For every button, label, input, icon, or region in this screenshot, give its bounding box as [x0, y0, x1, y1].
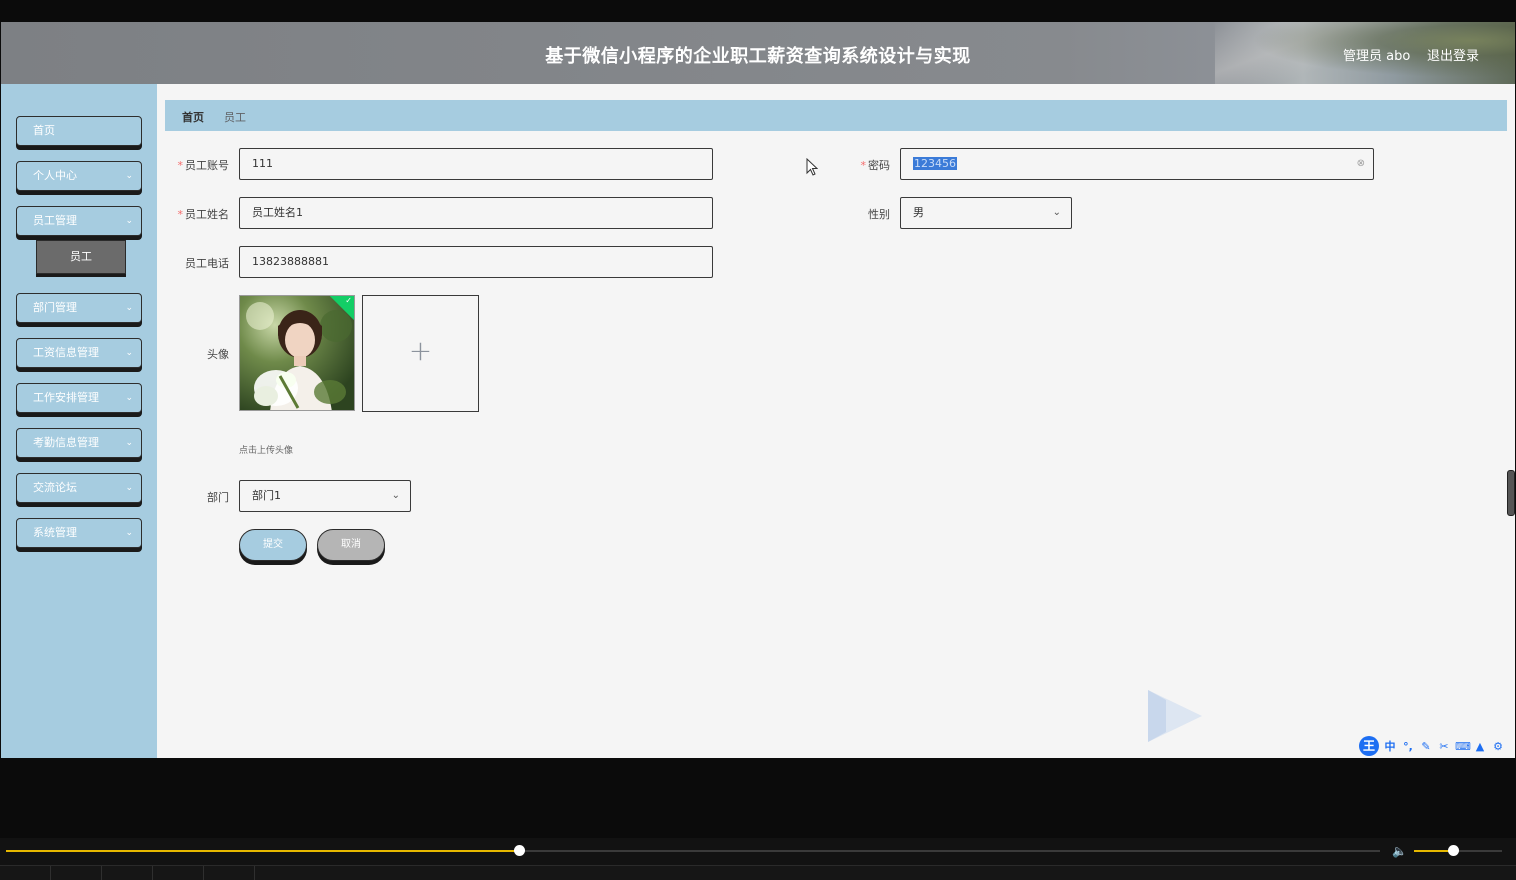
chevron-down-icon: ⌄ [391, 490, 400, 501]
volume-knob[interactable] [1447, 845, 1459, 856]
department-label: 部门 [207, 491, 229, 504]
avatar-label: 头像 [207, 348, 229, 361]
account-input[interactable]: 111 [239, 148, 713, 180]
breadcrumb-current: 员工 [224, 111, 246, 124]
chevron-down-icon: ⌄ [125, 303, 133, 313]
sidebar: 首页 个人中心 ⌄ 员工管理 ⌄ 员工 部门管理 ⌄ 工资信息管理 ⌄ 工作安排… [1, 84, 157, 758]
chevron-down-icon: ⌄ [125, 171, 133, 181]
department-select[interactable]: 部门1 ⌄ [239, 480, 411, 512]
punctuation-icon[interactable]: °, [1401, 740, 1415, 753]
chevron-down-icon: ⌄ [125, 528, 133, 538]
watermark-logo-icon [1148, 690, 1202, 742]
progress-knob[interactable] [513, 845, 525, 856]
clear-icon[interactable]: ⊗ [1357, 149, 1365, 179]
phone-input[interactable]: 13823888881 [239, 246, 713, 278]
submenu-item-employee[interactable]: 员工 [36, 240, 126, 274]
pen-icon[interactable]: ✎ [1419, 740, 1433, 753]
toolbar-slot[interactable] [51, 866, 102, 880]
breadcrumb: 首页 员工 [165, 100, 1507, 131]
sidebar-item-label: 个人中心 [33, 169, 77, 182]
settings-gear-icon[interactable]: ⚙ [1491, 740, 1505, 753]
toolbar-slot[interactable] [204, 866, 255, 880]
sidebar-item-label: 工作安排管理 [33, 391, 99, 404]
chevron-down-icon: ⌄ [125, 216, 133, 226]
sidebar-item-label: 工资信息管理 [33, 346, 99, 359]
volume-track[interactable] [1414, 845, 1502, 856]
sidebar-item-label: 部门管理 [33, 301, 77, 314]
chevron-down-icon: ⌄ [1052, 207, 1061, 218]
sidebar-item-department-management[interactable]: 部门管理 ⌄ [16, 293, 142, 323]
avatar-preview[interactable]: ✓ [239, 295, 355, 411]
toolbar-slot[interactable] [153, 866, 204, 880]
sidebar-item-label: 首页 [33, 124, 55, 137]
sidebar-item-label: 交流论坛 [33, 481, 77, 494]
avatar-hint: 点击上传头像 [239, 446, 294, 456]
check-icon: ✓ [345, 296, 352, 305]
password-label: * 密码 [860, 159, 891, 172]
admin-app: 基于微信小程序的企业职工薪资查询系统设计与实现 管理员 abo 退出登录 首页 … [1, 22, 1515, 758]
keyboard-icon[interactable]: ⌨ [1455, 740, 1471, 753]
submit-button[interactable]: 提交 [239, 529, 307, 561]
sidebar-item-employee-management[interactable]: 员工管理 ⌄ [16, 206, 142, 236]
chevron-down-icon: ⌄ [125, 438, 133, 448]
sidebar-item-label: 考勤信息管理 [33, 436, 99, 449]
chevron-down-icon: ⌄ [125, 483, 133, 493]
progress-fill [6, 850, 519, 852]
volume-icon[interactable]: 🔈 [1392, 844, 1407, 858]
scrollbar-handle[interactable] [1507, 470, 1515, 516]
progress-track[interactable] [6, 845, 1380, 856]
gender-value: 男 [913, 206, 924, 219]
screen: 基于微信小程序的企业职工薪资查询系统设计与实现 管理员 abo 退出登录 首页 … [0, 0, 1516, 880]
video-player-controls: 🔈 [0, 838, 1516, 880]
volume-fill [1414, 850, 1453, 852]
top-header: 基于微信小程序的企业职工薪资查询系统设计与实现 管理员 abo 退出登录 [1, 22, 1515, 84]
name-label: * 员工姓名 [177, 208, 230, 221]
player-toolbar-strip [0, 865, 1516, 880]
chevron-down-icon: ⌄ [125, 348, 133, 358]
logout-link[interactable]: 退出登录 [1427, 45, 1479, 64]
ime-mode-toggle[interactable]: 中 [1383, 738, 1397, 754]
mouse-cursor-icon [806, 158, 818, 176]
page-title: 基于微信小程序的企业职工薪资查询系统设计与实现 [545, 46, 971, 67]
cancel-button[interactable]: 取消 [317, 529, 385, 561]
sidebar-item-home[interactable]: 首页 [16, 116, 142, 146]
sidebar-item-personal-center[interactable]: 个人中心 ⌄ [16, 161, 142, 191]
gender-label: 性别 [868, 208, 890, 221]
toolbar-slot[interactable] [0, 866, 51, 880]
gender-select[interactable]: 男 ⌄ [900, 197, 1072, 229]
department-value: 部门1 [252, 489, 281, 502]
plus-icon: + [408, 334, 433, 367]
password-input[interactable]: 123456 ⊗ [900, 148, 1374, 180]
password-value: 123456 [913, 157, 957, 170]
toolbar-slot[interactable] [102, 866, 153, 880]
sidebar-item-salary-management[interactable]: 工资信息管理 ⌄ [16, 338, 142, 368]
sidebar-item-system-management[interactable]: 系统管理 ⌄ [16, 518, 142, 548]
sidebar-item-label: 系统管理 [33, 526, 77, 539]
account-label: * 员工账号 [177, 159, 230, 172]
sidebar-item-forum[interactable]: 交流论坛 ⌄ [16, 473, 142, 503]
avatar-image [240, 296, 354, 410]
avatar-upload-button[interactable]: + [362, 295, 479, 412]
sidebar-item-attendance-management[interactable]: 考勤信息管理 ⌄ [16, 428, 142, 458]
sidebar-item-label: 员工管理 [33, 214, 77, 227]
scissors-icon[interactable]: ✂ [1437, 740, 1451, 753]
chevron-down-icon: ⌄ [125, 393, 133, 403]
phone-label: 员工电话 [185, 257, 229, 270]
current-user: 管理员 abo [1343, 49, 1411, 64]
skin-icon[interactable]: ▲ [1473, 740, 1487, 753]
name-input[interactable]: 员工姓名1 [239, 197, 713, 229]
ime-toolbar: 王 中 °, ✎ ✂ ⌨ ▲ ⚙ [1359, 736, 1505, 756]
sidebar-item-work-schedule-management[interactable]: 工作安排管理 ⌄ [16, 383, 142, 413]
breadcrumb-home[interactable]: 首页 [182, 109, 204, 125]
ime-logo-icon[interactable]: 王 [1359, 736, 1379, 756]
